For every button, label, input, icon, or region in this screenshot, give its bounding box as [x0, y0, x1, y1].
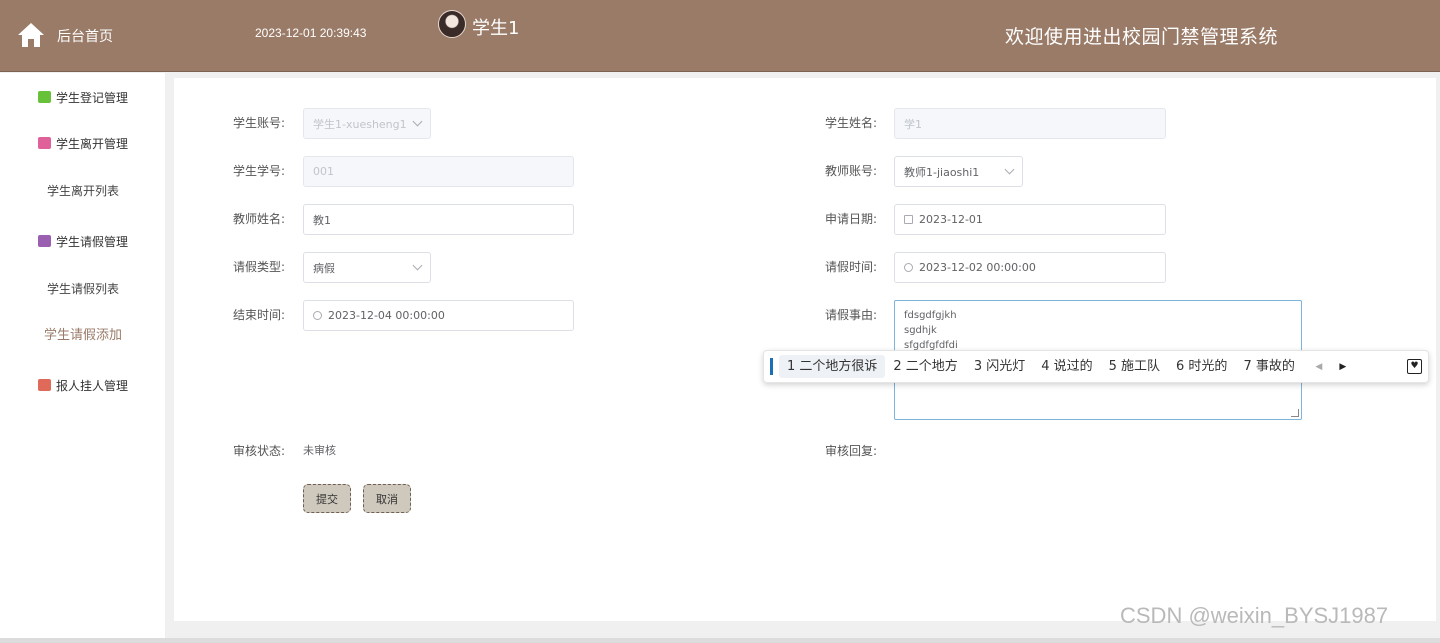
watermark: CSDN @weixin_BYSJ1987 [1120, 603, 1389, 628]
teacher-name-value: 教1 [313, 213, 331, 227]
student-name-label: 学生姓名: [825, 116, 878, 130]
clock-icon [313, 311, 322, 320]
end-time-picker[interactable]: 2023-12-04 00:00:00 [303, 300, 574, 331]
sidebar-item-label: 学生请假列表 [46, 281, 119, 296]
reason-label: 请假事由: [825, 308, 878, 322]
reason-line: fdsgdfgjkh [904, 310, 957, 321]
ime-next-icon[interactable]: ▶ [1335, 362, 1351, 372]
lock-icon [37, 137, 51, 149]
apps-icon [37, 379, 51, 391]
top-header: 后台首页 2023-12-01 20:39:43 学生1 欢迎使用进出校园门禁管… [0, 0, 1440, 72]
archive-icon [37, 235, 51, 247]
leave-time-label: 请假时间: [825, 260, 878, 274]
sidebar-item-label: 学生离开列表 [46, 183, 119, 198]
review-status-value: 未审核 [303, 444, 336, 457]
sidebar-item-label: 学生登记管理 [55, 90, 128, 105]
ime-prev-icon[interactable]: ◀ [1311, 362, 1327, 372]
student-account-select[interactable]: 学生1-xuesheng1 [303, 108, 431, 139]
ime-candidate[interactable]: 6 时光的 [1168, 355, 1235, 378]
chevron-down-icon [412, 260, 423, 271]
review-status-label: 审核状态: [233, 444, 286, 458]
calendar-icon [904, 215, 913, 224]
sidebar-item-student-absence-add[interactable]: 学生请假添加 [0, 322, 166, 344]
sidebar-item-label: 学生请假添加 [43, 327, 122, 343]
site-title: 欢迎使用进出校园门禁管理系统 [1005, 26, 1279, 48]
student-name-field[interactable]: 学1 [894, 108, 1166, 139]
student-number-value: 001 [313, 165, 334, 178]
teacher-account-label: 教师账号: [825, 164, 878, 178]
ime-candidate[interactable]: 7 事故的 [1235, 355, 1302, 378]
student-number-label: 学生学号: [233, 164, 286, 178]
leave-type-select[interactable]: 病假 [303, 252, 431, 283]
teacher-account-select[interactable]: 教师1-jiaoshi1 [894, 156, 1023, 187]
ime-candidate[interactable]: 4 说过的 [1033, 355, 1100, 378]
leave-type-label: 请假类型: [233, 260, 286, 274]
sidebar-item-student-leave-management[interactable]: 学生离开管理 [0, 132, 166, 154]
student-name-value: 学1 [904, 117, 922, 131]
reason-line: sgdhjk [904, 325, 937, 336]
apply-date-picker[interactable]: 2023-12-01 [894, 204, 1166, 235]
current-datetime: 2023-12-01 20:39:43 [255, 26, 367, 40]
ime-caret [770, 358, 773, 375]
sidebar: 学生登记管理 学生离开管理 学生离开列表 学生请假管理 学生请假列表 学生请假添… [0, 73, 166, 643]
sidebar-item-label: 学生请假管理 [55, 234, 128, 249]
chat-icon [37, 91, 51, 103]
ime-favorite-icon[interactable]: ♥ [1407, 359, 1422, 374]
clock-icon [904, 263, 913, 272]
bottom-scrollbar [0, 638, 1440, 643]
sidebar-item-label: 报人挂人管理 [55, 378, 128, 393]
ime-candidate[interactable]: 2 二个地方 [885, 355, 965, 378]
student-account-label: 学生账号: [233, 116, 286, 130]
apply-date-value: 2023-12-01 [919, 213, 983, 226]
end-time-label: 结束时间: [233, 308, 286, 322]
ime-candidate-bar: 1 二个地方很诉 2 二个地方 3 闪光灯 4 说过的 5 施工队 6 时光的 … [763, 350, 1429, 383]
home-icon[interactable] [16, 20, 46, 50]
review-reply-label: 审核回复: [825, 444, 878, 458]
sidebar-item-student-absence-management[interactable]: 学生请假管理 [0, 230, 166, 252]
chevron-down-icon [1004, 164, 1015, 175]
leave-time-value: 2023-12-02 00:00:00 [919, 261, 1036, 274]
ime-candidate[interactable]: 1 二个地方很诉 [779, 355, 886, 378]
ime-candidate[interactable]: 3 闪光灯 [966, 355, 1033, 378]
home-link[interactable]: 后台首页 [57, 26, 113, 46]
cancel-button[interactable]: 取消 [363, 484, 411, 513]
avatar[interactable] [438, 10, 466, 38]
student-number-field[interactable]: 001 [303, 156, 574, 187]
resize-handle[interactable] [1291, 409, 1299, 417]
sidebar-item-student-absence-list[interactable]: 学生请假列表 [0, 277, 166, 299]
sidebar-item-student-registration[interactable]: 学生登记管理 [0, 86, 166, 108]
teacher-name-field[interactable]: 教1 [303, 204, 574, 235]
leave-type-value: 病假 [313, 261, 335, 275]
sidebar-item-report-management[interactable]: 报人挂人管理 [0, 374, 166, 396]
ime-candidate[interactable]: 5 施工队 [1101, 355, 1168, 378]
submit-button[interactable]: 提交 [303, 484, 351, 513]
chevron-down-icon [412, 116, 423, 127]
end-time-value: 2023-12-04 00:00:00 [328, 309, 445, 322]
sidebar-item-student-leave-list[interactable]: 学生离开列表 [0, 179, 166, 201]
teacher-name-label: 教师姓名: [233, 212, 286, 226]
leave-time-picker[interactable]: 2023-12-02 00:00:00 [894, 252, 1166, 283]
student-account-value: 学生1-xuesheng1 [313, 117, 407, 131]
teacher-account-value: 教师1-jiaoshi1 [904, 165, 980, 179]
apply-date-label: 申请日期: [825, 212, 878, 226]
username[interactable]: 学生1 [472, 14, 519, 40]
sidebar-item-label: 学生离开管理 [55, 136, 128, 151]
